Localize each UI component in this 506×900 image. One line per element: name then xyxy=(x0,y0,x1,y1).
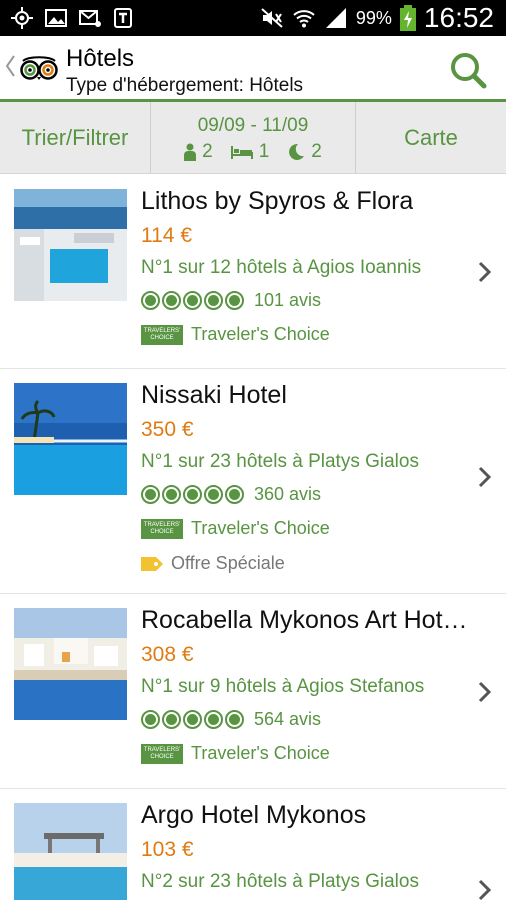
hotel-list: Lithos by Spyros & Flora 114 € N°1 sur 1… xyxy=(0,175,506,900)
bubble-rating: 360 avis xyxy=(141,484,321,505)
back-chevron-icon[interactable] xyxy=(4,54,16,78)
review-count: 564 avis xyxy=(254,709,322,729)
chevron-right-icon xyxy=(478,261,492,283)
guests-count: 2 xyxy=(202,141,213,162)
notification-icons xyxy=(10,4,136,32)
rating-bubble-icon xyxy=(225,485,244,504)
page-subtitle: Type d'hébergement: Hôtels xyxy=(66,75,304,96)
bubble-rating: 564 avis xyxy=(141,709,321,730)
rating-bubble-icon xyxy=(183,710,202,729)
hotel-name: Rocabella Mykonos Art Hot… xyxy=(141,606,468,634)
hotel-rank: N°1 sur 23 hôtels à Platys Gialos xyxy=(141,451,419,472)
tripadvisor-owl-logo[interactable] xyxy=(20,55,58,81)
award-label: Traveler's Choice xyxy=(191,743,330,763)
rating-bubble-icon xyxy=(204,291,223,310)
travelers-choice-badge-icon: TRAVELERS' CHOICE xyxy=(141,324,183,345)
hotel-list-item[interactable]: Rocabella Mykonos Art Hot… 308 € N°1 sur… xyxy=(0,594,506,789)
rating-bubble-icon xyxy=(225,291,244,310)
battery-charging-icon xyxy=(399,5,416,31)
hotel-photo xyxy=(14,608,127,720)
hotel-photo xyxy=(14,189,127,301)
special-offer[interactable]: Offre Spéciale xyxy=(141,553,285,574)
rating-bubble-icon xyxy=(162,485,181,504)
hotel-photo xyxy=(14,803,127,900)
hotel-rank: N°1 sur 12 hôtels à Agios Ioannis xyxy=(141,257,422,278)
travelers-choice-award: TRAVELERS' CHOICE Traveler's Choice xyxy=(141,324,330,345)
stay-summary: 2 1 2 xyxy=(184,141,322,163)
rating-bubble-icon xyxy=(225,710,244,729)
hotel-rank: N°1 sur 9 hôtels à Agios Stefanos xyxy=(141,676,425,697)
clock: 16:52 xyxy=(423,2,494,33)
hotel-rank: N°2 sur 23 hôtels à Platys Gialos xyxy=(141,871,419,892)
person-icon xyxy=(184,143,197,161)
date-range: 09/09 - 11/09 xyxy=(197,115,309,136)
status-bar: 99% 16:52 xyxy=(0,0,506,36)
rooms-group: 1 xyxy=(230,141,270,163)
system-icons: 99% 16:52 xyxy=(260,2,494,34)
hotel-price: 114 € xyxy=(141,224,192,247)
rating-bubble-icon xyxy=(141,710,160,729)
sort-filter-button[interactable]: Trier/Filtrer xyxy=(0,102,150,174)
dates-guests-button[interactable]: 09/09 - 11/09 2 1 2 xyxy=(151,102,355,174)
mail-icon xyxy=(79,10,101,27)
tag-icon xyxy=(141,556,163,571)
map-label: Carte xyxy=(404,125,458,150)
travelers-choice-award: TRAVELERS' CHOICE Traveler's Choice xyxy=(141,518,330,539)
rating-bubble-icon xyxy=(204,710,223,729)
app-header: Hôtels Type d'hébergement: Hôtels xyxy=(0,36,506,102)
hotel-list-item[interactable]: Argo Hotel Mykonos 103 € N°2 sur 23 hôte… xyxy=(0,789,506,900)
battery-percent: 99% xyxy=(355,7,392,28)
rating-bubble-icon xyxy=(183,291,202,310)
guests-group: 2 xyxy=(184,141,213,163)
rating-bubble-icon xyxy=(141,485,160,504)
travelers-choice-badge-icon: TRAVELERS' CHOICE xyxy=(141,518,183,539)
hotel-price: 103 € xyxy=(141,838,194,861)
map-button[interactable]: Carte xyxy=(356,102,506,174)
chevron-right-icon xyxy=(478,681,492,703)
bubble-rating: 101 avis xyxy=(141,290,321,311)
gps-icon xyxy=(11,7,33,29)
moon-icon xyxy=(289,143,305,160)
sort-filter-label: Trier/Filtrer xyxy=(21,125,129,150)
rating-bubble-icon xyxy=(162,710,181,729)
chevron-right-icon xyxy=(478,879,492,900)
nights-count: 2 xyxy=(311,141,322,162)
review-count: 101 avis xyxy=(254,290,322,310)
rating-bubble-icon xyxy=(204,485,223,504)
travelers-choice-badge-icon: TRAVELERS' CHOICE xyxy=(141,743,183,764)
page-title: Hôtels xyxy=(66,45,135,72)
search-icon[interactable] xyxy=(446,48,490,92)
hotel-list-item[interactable]: Nissaki Hotel 350 € N°1 sur 23 hôtels à … xyxy=(0,369,506,594)
rating-bubble-icon xyxy=(183,485,202,504)
hotel-name: Argo Hotel Mykonos xyxy=(141,801,367,829)
signal-icon xyxy=(325,8,346,28)
filter-bar: Trier/Filtrer 09/09 - 11/09 2 1 2 Carte xyxy=(0,102,506,174)
review-count: 360 avis xyxy=(254,484,322,504)
special-offer-label: Offre Spéciale xyxy=(171,553,285,573)
nights-group: 2 xyxy=(287,141,322,163)
award-label: Traveler's Choice xyxy=(191,324,330,344)
hotel-name: Nissaki Hotel xyxy=(141,381,287,409)
rating-bubble-icon xyxy=(141,291,160,310)
rating-bubble-icon xyxy=(162,291,181,310)
bed-icon xyxy=(230,146,253,159)
hotel-photo xyxy=(14,383,127,495)
travelers-choice-award: TRAVELERS' CHOICE Traveler's Choice xyxy=(141,743,330,764)
hotel-price: 308 € xyxy=(141,643,194,666)
rooms-count: 1 xyxy=(258,141,270,162)
award-label: Traveler's Choice xyxy=(191,518,330,538)
wifi-icon xyxy=(293,10,315,28)
hotel-name: Lithos by Spyros & Flora xyxy=(141,187,414,215)
chevron-right-icon xyxy=(478,466,492,488)
hotel-list-item[interactable]: Lithos by Spyros & Flora 114 € N°1 sur 1… xyxy=(0,175,506,369)
hotel-price: 350 € xyxy=(141,418,194,441)
carrier-icon xyxy=(114,8,132,28)
mute-icon xyxy=(261,8,283,28)
image-icon xyxy=(45,9,67,27)
